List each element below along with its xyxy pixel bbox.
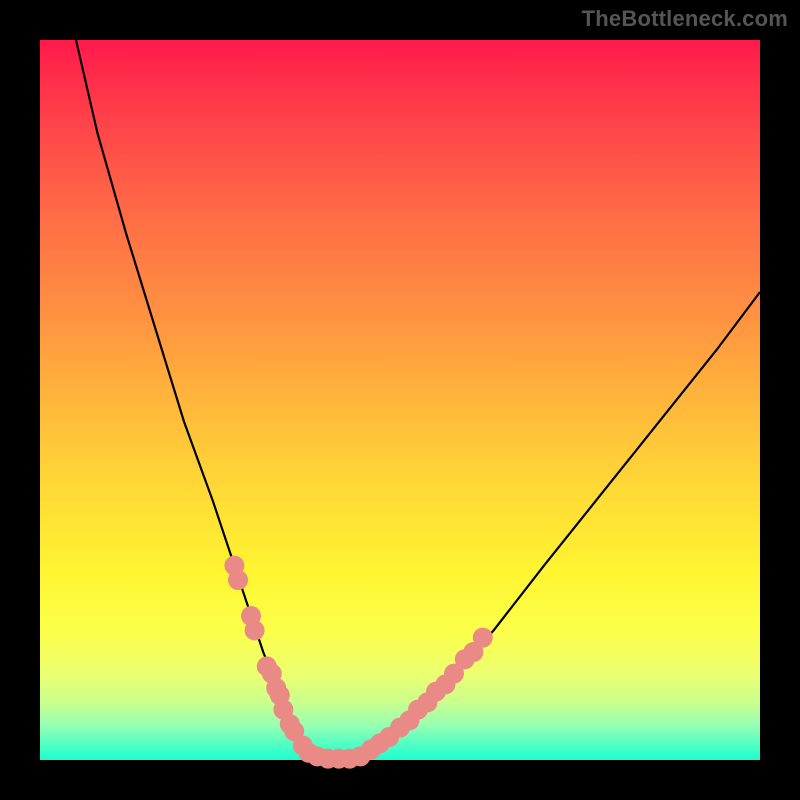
- curve-svg: [40, 40, 760, 760]
- curve-marker: [473, 628, 493, 648]
- curve-marker: [228, 570, 248, 590]
- watermark-text: TheBottleneck.com: [582, 6, 788, 32]
- marker-group: [224, 556, 492, 769]
- chart-frame: TheBottleneck.com: [0, 0, 800, 800]
- bottleneck-curve: [76, 40, 760, 760]
- curve-marker: [245, 620, 265, 640]
- plot-area: [40, 40, 760, 760]
